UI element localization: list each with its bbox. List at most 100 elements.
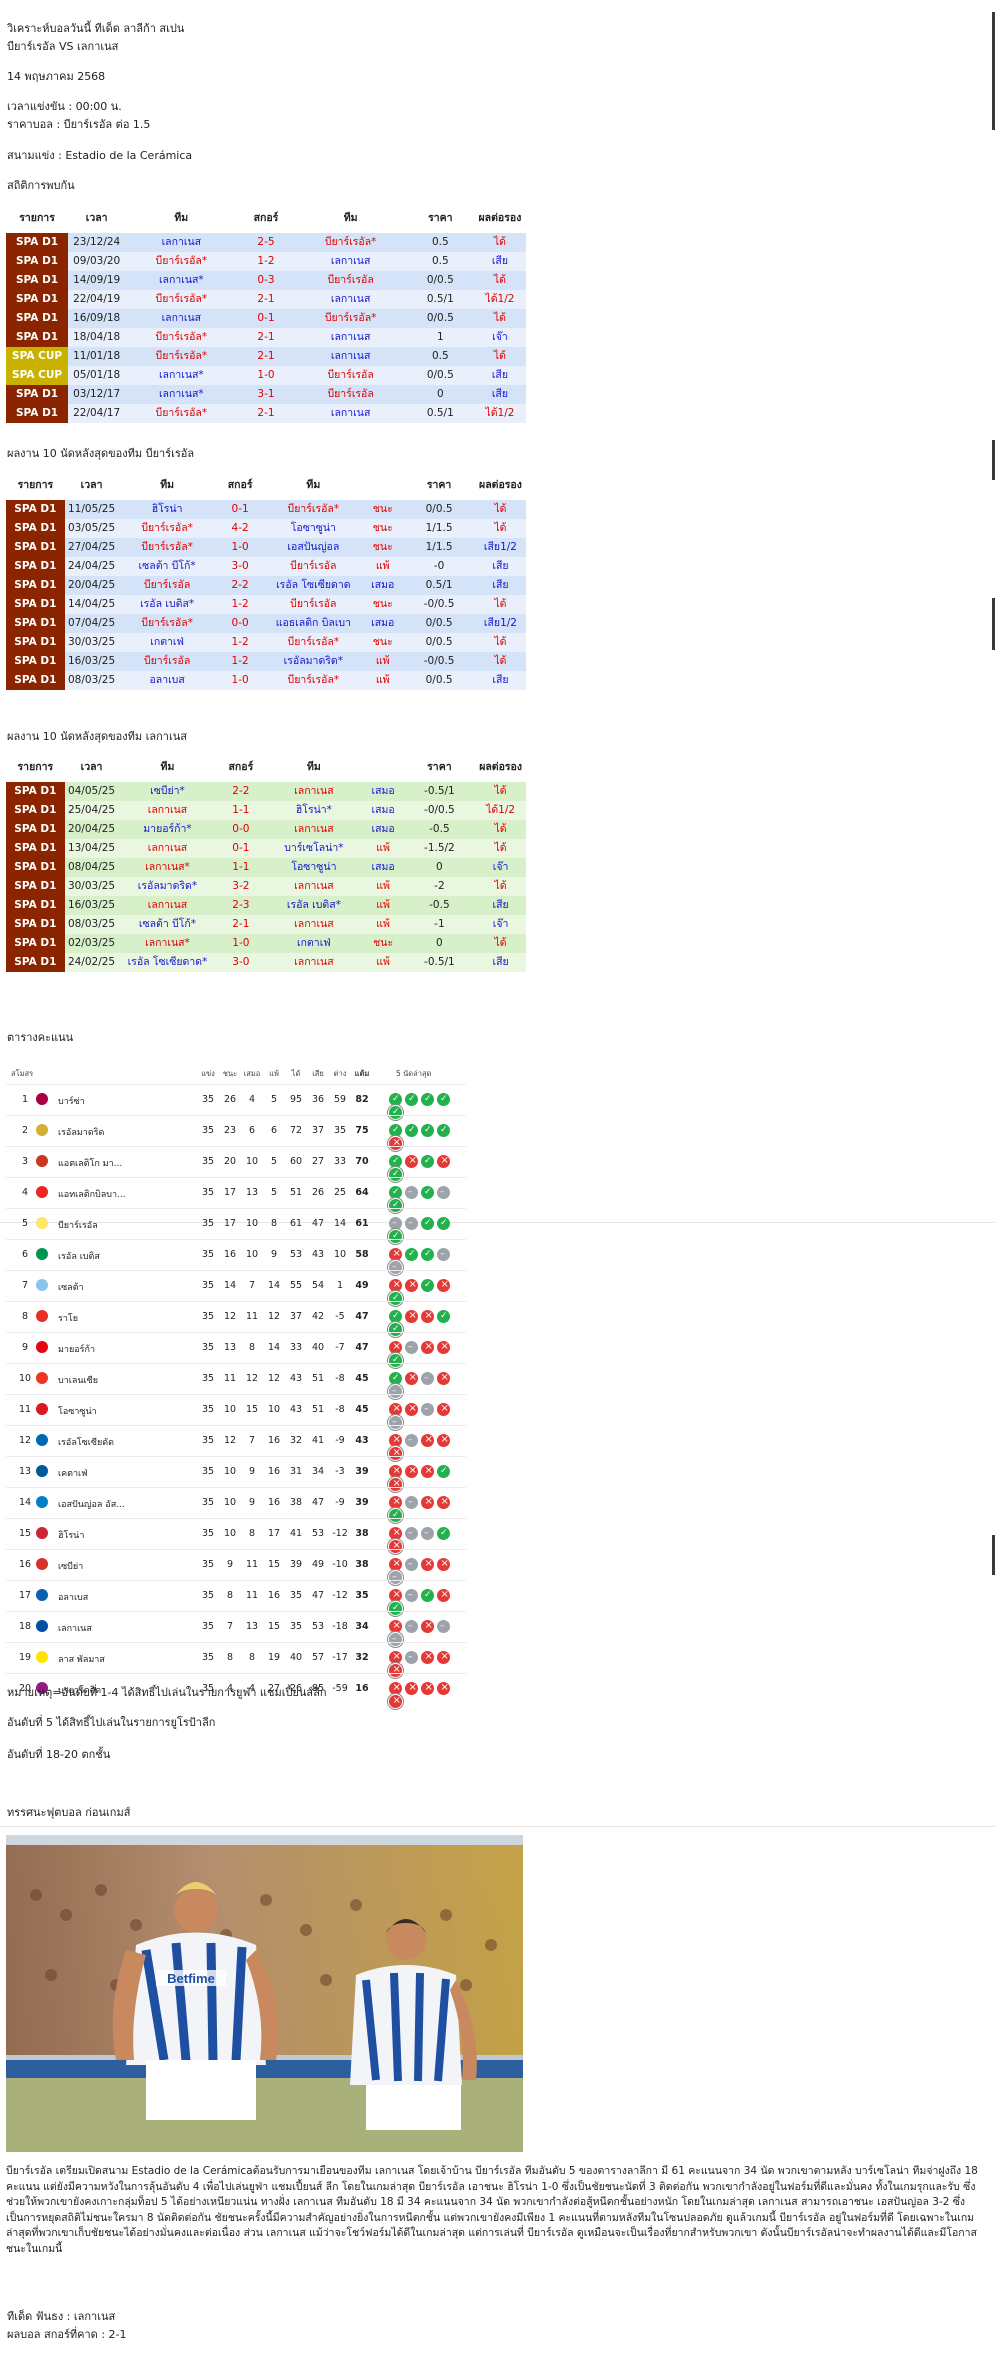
club-name[interactable]: เรอัลมาดริด [58,1125,104,1139]
score: 2-1 [237,347,295,366]
match-date: 13/04/25 [64,839,119,858]
standings-row[interactable]: 13 เคตาเฟ่ 35 10 9 16 31 34 -3 39 [6,1456,466,1491]
club-name[interactable]: บาร์ซ่า [58,1094,85,1108]
stat-w: 17 [223,1187,237,1198]
standings-row[interactable]: 19 ลาส พัลมาส 35 8 8 19 40 57 -17 32 [6,1642,466,1677]
score: 3-2 [216,877,266,896]
win-check-icon [421,1124,434,1137]
score: 1-0 [215,671,265,690]
win-check-icon [389,1186,402,1199]
table-row: SPA D1 18/04/18 บียาร์เรอัล* 2-1 เลกาเนส 1 เจ๊… [6,328,526,347]
standings-row[interactable]: 10 บาเลนเซีย 35 11 12 12 43 51 -8 45 [6,1363,466,1398]
stat-ga: 54 [311,1280,325,1291]
match-date: 24/02/25 [64,953,119,972]
standings-row[interactable]: 9 มายอร์ก้า 35 13 8 14 33 40 -7 47 [6,1332,466,1367]
handicap-result: ได้ [475,839,526,858]
standings-row[interactable]: 7 เซลต้า 35 14 7 14 55 54 1 49 [6,1270,466,1305]
rank: 7 [21,1280,29,1291]
club-logo-icon [36,1217,48,1229]
standings-row[interactable]: 5 บียาร์เรอัล 35 17 10 8 61 47 14 61 [6,1208,466,1243]
club-name[interactable]: เซลต้า [58,1280,84,1294]
standings-row[interactable]: 16 เซบีย่า 35 9 11 15 39 49 -10 38 [6,1549,466,1584]
standings-row[interactable]: 14 เอสปันญ่อล อัส... 35 10 9 16 38 47 -9 39 [6,1487,466,1522]
stat-pts: 43 [355,1435,369,1446]
league-badge: SPA D1 [6,801,65,820]
win-check-icon [389,1093,402,1106]
away-team: เลกาเนส [265,782,363,801]
club-name[interactable]: อลาเบส [58,1590,88,1604]
rank: 1 [21,1094,29,1105]
score: 0-3 [237,271,295,290]
score: 3-0 [216,953,266,972]
club-name[interactable]: โอซาซูน่า [58,1404,97,1418]
stat-w: 20 [223,1156,237,1167]
match-outcome: ชนะ [362,934,404,953]
stat-w: 9 [226,1559,234,1570]
stat-gd: -7 [335,1342,345,1353]
club-name[interactable]: แอตเลติโก มา... [58,1156,122,1170]
standings-row[interactable]: 11 โอซาซูน่า 35 10 15 10 43 51 -8 45 [6,1394,466,1429]
home-team: บียาร์เรอัล* [118,519,216,538]
handicap-odds: 0.5/1 [403,576,475,595]
stat-ga: 49 [311,1559,325,1570]
handicap-odds: 0.5/1 [406,290,474,309]
club-name[interactable]: เอสปันญ่อล อัส... [58,1497,125,1511]
club-name[interactable]: ฮิโรน่า [58,1528,84,1542]
club-name[interactable]: เรอัล เบติส [58,1249,100,1263]
standings-row[interactable]: 17 อลาเบส 35 8 11 16 35 47 -12 35 [6,1580,466,1615]
loss-x-icon [437,1433,450,1447]
standings-row[interactable]: 2 เรอัลมาดริด 35 23 6 6 72 37 35 75 [6,1115,466,1150]
stat-d: 13 [245,1187,259,1198]
win-check-icon [437,1465,450,1478]
away-team: เลกาเนส [265,953,363,972]
handicap-odds: 0/0.5 [406,309,474,328]
club-name[interactable]: แอทเลติกบิลบา... [58,1187,126,1201]
score: 0-1 [216,839,266,858]
club-name[interactable]: บาเลนเซีย [58,1373,98,1387]
match-date: 08/03/25 [64,671,119,690]
club-name[interactable]: ลาส พัลมาส [58,1652,105,1666]
club-name[interactable]: ราโย [58,1311,78,1325]
loss-x-icon [437,1588,450,1602]
standings-row[interactable]: 18 เลกาเนส 35 7 13 15 35 53 -18 34 [6,1611,466,1646]
standings-row[interactable]: 15 ฮิโรน่า 35 10 8 17 41 53 -12 38 [6,1518,466,1553]
stat-pts: 58 [355,1249,369,1260]
club-logo-icon [36,1651,48,1663]
club-name[interactable]: เคตาเฟ่ [58,1466,87,1480]
stat-pts: 38 [355,1559,369,1570]
standings-row[interactable]: 6 เรอัล เบติส 35 16 10 9 53 43 10 58 [6,1239,466,1274]
standings-row[interactable]: 4 แอทเลติกบิลบา... 35 17 13 5 51 26 25 64 [6,1177,466,1212]
rank: 19 [18,1652,32,1663]
away-team: เรอัลมาดริด* [264,652,363,671]
club-name[interactable]: เรอัลโซเซียดัด [58,1435,114,1449]
home-team: เลกาเนส* [118,934,217,953]
stat-l: 16 [267,1590,281,1601]
league-badge: SPA D1 [6,839,65,858]
loss-x-icon [421,1464,434,1478]
standings-row[interactable]: 8 ราโย 35 12 11 12 37 42 -5 47 [6,1301,466,1336]
col-wdl [362,752,404,782]
stat-gf: 43 [289,1373,303,1384]
col-lost: แพ้ [269,1069,279,1078]
club-name[interactable]: บียาร์เรอัล [58,1218,98,1232]
table-row: SPA CUP 11/01/18 บียาร์เรอัล* 2-1 เลกาเนส 0.5… [6,347,526,366]
standings-row[interactable]: 3 แอตเลติโก มา... 35 20 10 5 60 27 33 70 [6,1146,466,1181]
score: 1-0 [237,366,295,385]
club-name[interactable]: มายอร์ก้า [58,1342,95,1356]
standings-row[interactable]: 1 บาร์ซ่า 35 26 4 5 95 36 59 82 [6,1084,466,1119]
handicap-result: เจ๊า [475,858,526,877]
handicap-odds: 0.5/1 [406,404,474,423]
club-name[interactable]: เซบีย่า [58,1559,83,1573]
match-date: 16/09/18 [68,309,126,328]
table-header-row: รายการ เวลา ทีม สกอร์ ทีม ราคา ผลต่อรอง [6,203,526,233]
draw-dash-icon [405,1527,418,1540]
standings-row[interactable]: 12 เรอัลโซเซียดัด 35 12 7 16 32 41 -9 43 [6,1425,466,1460]
match-date: 30/03/25 [64,633,119,652]
stat-gf: 72 [289,1125,303,1136]
match-outcome: แพ้ [362,877,404,896]
club-name[interactable]: เลกาเนส [58,1621,92,1635]
away-team: เอสปันญ่อล [264,538,363,557]
home-team: เกตาเฟ่ [118,633,216,652]
home-team: เซบีย่า* [118,782,217,801]
match-outcome: แพ้ [362,839,404,858]
